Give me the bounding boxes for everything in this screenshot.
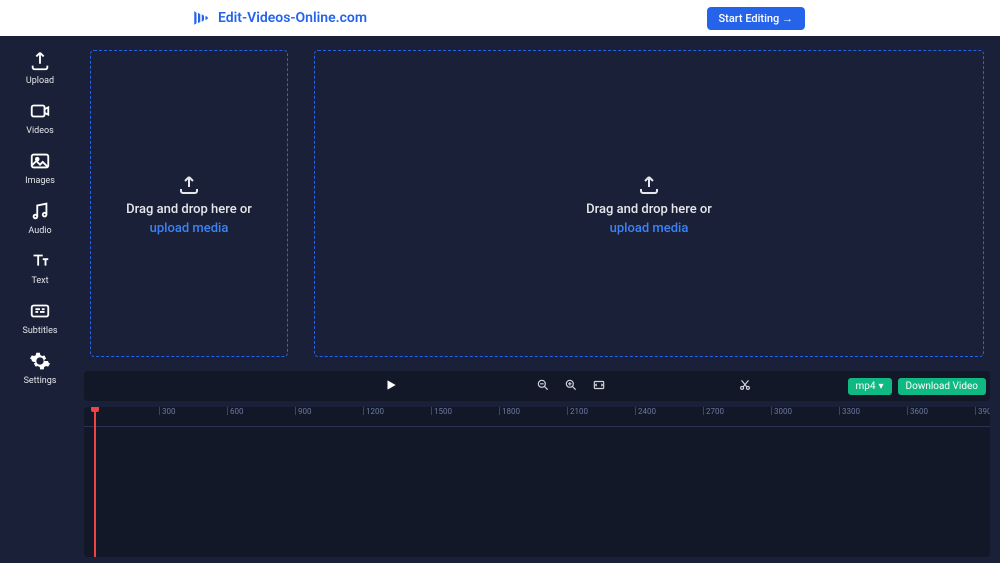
sidebar-item-subtitles[interactable]: Subtitles — [0, 294, 80, 344]
start-editing-button[interactable]: Start Editing → — [707, 7, 805, 30]
timeline-tick: 1800 — [499, 407, 520, 415]
sidebar-item-label: Settings — [24, 376, 57, 386]
timeline-tick: 3000 — [771, 407, 792, 415]
upload-media-link[interactable]: upload media — [150, 221, 229, 236]
download-button[interactable]: Download Video — [898, 378, 986, 395]
play-icon — [384, 378, 398, 392]
timeline-tick: 600 — [227, 407, 244, 415]
preview-dropzone[interactable]: Drag and drop here or upload media — [314, 50, 984, 357]
media-dropzone[interactable]: Drag and drop here or upload media — [90, 50, 288, 357]
scissors-icon — [738, 378, 752, 392]
zoom-out-button[interactable] — [536, 377, 550, 396]
zoom-in-icon — [564, 378, 578, 392]
chevron-down-icon: ▾ — [879, 381, 884, 392]
timeline-tick: 2400 — [635, 407, 656, 415]
zoom-out-icon — [536, 378, 550, 392]
preview-panel: Drag and drop here or upload media — [308, 44, 990, 363]
fit-icon — [592, 378, 606, 392]
sidebar-item-text[interactable]: Text — [0, 244, 80, 294]
timeline-ruler: 300 600 900 1200 1500 1800 2100 2400 2700 3000 330… — [84, 407, 990, 427]
sidebar-item-settings[interactable]: Settings — [0, 344, 80, 394]
logo[interactable]: Edit-Videos-Online.com — [192, 9, 367, 27]
sidebar-item-label: Videos — [26, 126, 54, 136]
timeline-tick: 3300 — [839, 407, 860, 415]
timeline-tick: 2700 — [703, 407, 724, 415]
timeline-tick: 900 — [295, 407, 312, 415]
header: Edit-Videos-Online.com Start Editing → — [0, 0, 1000, 36]
timeline-tick: 300 — [159, 407, 176, 415]
video-icon — [29, 100, 51, 122]
subtitles-icon — [29, 300, 51, 322]
sidebar-item-label: Images — [25, 176, 55, 186]
timeline[interactable]: 300 600 900 1200 1500 1800 2100 2400 2700 3000 330… — [84, 407, 990, 557]
sidebar-item-label: Upload — [26, 76, 54, 86]
sidebar-item-label: Audio — [28, 226, 51, 236]
sidebar-item-label: Subtitles — [22, 326, 57, 336]
audio-icon — [29, 200, 51, 222]
format-select[interactable]: mp4▾ — [848, 378, 892, 395]
cut-button[interactable] — [738, 377, 752, 396]
settings-icon — [29, 350, 51, 372]
upload-icon — [29, 50, 51, 72]
media-panel: Drag and drop here or upload media — [84, 44, 294, 363]
timeline-tick: 1500 — [431, 407, 452, 415]
timeline-tick: 1200 — [363, 407, 384, 415]
dropzone-text: Drag and drop here or — [586, 202, 712, 217]
playback-controls: mp4▾ Download Video — [84, 371, 990, 401]
timeline-tick: 3900 — [975, 407, 990, 415]
sidebar-item-label: Text — [31, 276, 48, 286]
playhead[interactable] — [94, 407, 96, 557]
sidebar-item-upload[interactable]: Upload — [0, 44, 80, 94]
upload-icon — [177, 172, 201, 196]
upload-media-link[interactable]: upload media — [610, 221, 689, 236]
sidebar-item-audio[interactable]: Audio — [0, 194, 80, 244]
timeline-tick: 2100 — [567, 407, 588, 415]
brand-text: Edit-Videos-Online.com — [218, 10, 367, 26]
logo-icon — [192, 9, 210, 27]
sidebar-item-images[interactable]: Images — [0, 144, 80, 194]
fit-button[interactable] — [592, 377, 606, 396]
image-icon — [29, 150, 51, 172]
dropzone-text: Drag and drop here or — [126, 202, 252, 217]
play-button[interactable] — [384, 377, 398, 396]
timeline-tick: 3600 — [907, 407, 928, 415]
upload-icon — [637, 172, 661, 196]
sidebar-item-videos[interactable]: Videos — [0, 94, 80, 144]
text-icon — [29, 250, 51, 272]
zoom-in-button[interactable] — [564, 377, 578, 396]
sidebar: Upload Videos Images Audio Text Subtitle… — [0, 36, 80, 563]
